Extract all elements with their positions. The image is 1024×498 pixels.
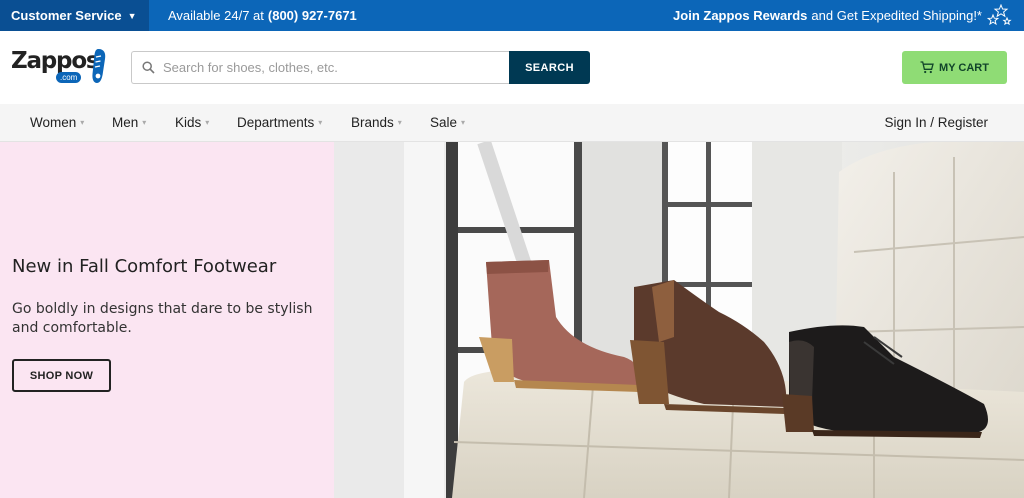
hero-banner: New in Fall Comfort Footwear Go boldly i… xyxy=(0,142,1024,498)
nav-item-brands[interactable]: Brands ▾ xyxy=(351,104,402,141)
chevron-down-icon: ▾ xyxy=(80,118,85,127)
site-header: Zappos .com SEARCH MY CART xyxy=(0,31,1024,104)
cart-label: MY CART xyxy=(939,61,989,74)
nav-item-men[interactable]: Men ▾ xyxy=(112,104,146,141)
nav-item-label: Women xyxy=(30,115,77,130)
rewards-title: Join Zappos Rewards xyxy=(673,8,808,23)
search-box xyxy=(131,51,509,84)
nav-item-label: Sale xyxy=(430,115,458,130)
nav-item-women[interactable]: Women ▾ xyxy=(30,104,84,141)
chevron-down-icon: ▾ xyxy=(318,118,323,127)
search-icon xyxy=(142,61,155,74)
rewards-description: and Get Expedited Shipping!* xyxy=(811,8,982,23)
nav-item-departments[interactable]: Departments ▾ xyxy=(237,104,322,141)
phone-number-link[interactable]: (800) 927-7671 xyxy=(268,8,357,23)
nav-item-sale[interactable]: Sale ▾ xyxy=(430,104,465,141)
chevron-down-icon: ▾ xyxy=(397,118,402,127)
hero-title: New in Fall Comfort Footwear xyxy=(12,256,277,277)
hero-text-panel: New in Fall Comfort Footwear Go boldly i… xyxy=(0,142,334,498)
cart-icon xyxy=(920,61,934,74)
shop-now-button[interactable]: SHOP NOW xyxy=(12,359,111,392)
logo-wordmark: Zappos xyxy=(11,48,100,74)
nav-item-label: Departments xyxy=(237,115,315,130)
rewards-promo-link[interactable]: Join Zappos Rewards and Get Expedited Sh… xyxy=(673,0,982,31)
availability-text: Available 24/7 at (800) 927-7671 xyxy=(168,0,357,31)
search-input[interactable] xyxy=(163,60,483,75)
nav-item-kids[interactable]: Kids ▾ xyxy=(175,104,209,141)
top-promo-bar: Customer Service ▼ Available 24/7 at (80… xyxy=(0,0,1024,31)
shoe-logo-icon xyxy=(92,49,106,83)
customer-service-label: Customer Service xyxy=(11,8,122,23)
chevron-down-icon: ▼ xyxy=(127,10,137,21)
stars-icon xyxy=(986,4,1012,26)
chevron-down-icon: ▾ xyxy=(142,118,147,127)
nav-item-label: Brands xyxy=(351,115,394,130)
search-button[interactable]: SEARCH xyxy=(509,51,590,84)
hero-subtitle: Go boldly in designs that dare to be sty… xyxy=(12,301,313,336)
sign-in-register-link[interactable]: Sign In / Register xyxy=(884,104,988,141)
zappos-logo[interactable]: Zappos .com xyxy=(11,48,107,88)
nav-item-label: Kids xyxy=(175,115,202,130)
customer-service-menu[interactable]: Customer Service ▼ xyxy=(0,0,149,31)
logo-com-badge: .com xyxy=(56,72,82,83)
fall-footwear-hero-image[interactable] xyxy=(334,142,1024,498)
chevron-down-icon: ▾ xyxy=(205,118,210,127)
availability-label: Available 24/7 at xyxy=(168,8,264,23)
my-cart-button[interactable]: MY CART xyxy=(902,51,1007,84)
nav-item-label: Men xyxy=(112,115,139,130)
chevron-down-icon: ▾ xyxy=(461,118,466,127)
main-navigation: Women ▾ Men ▾ Kids ▾ Departments ▾ Brands ▾ S… xyxy=(0,104,1024,142)
